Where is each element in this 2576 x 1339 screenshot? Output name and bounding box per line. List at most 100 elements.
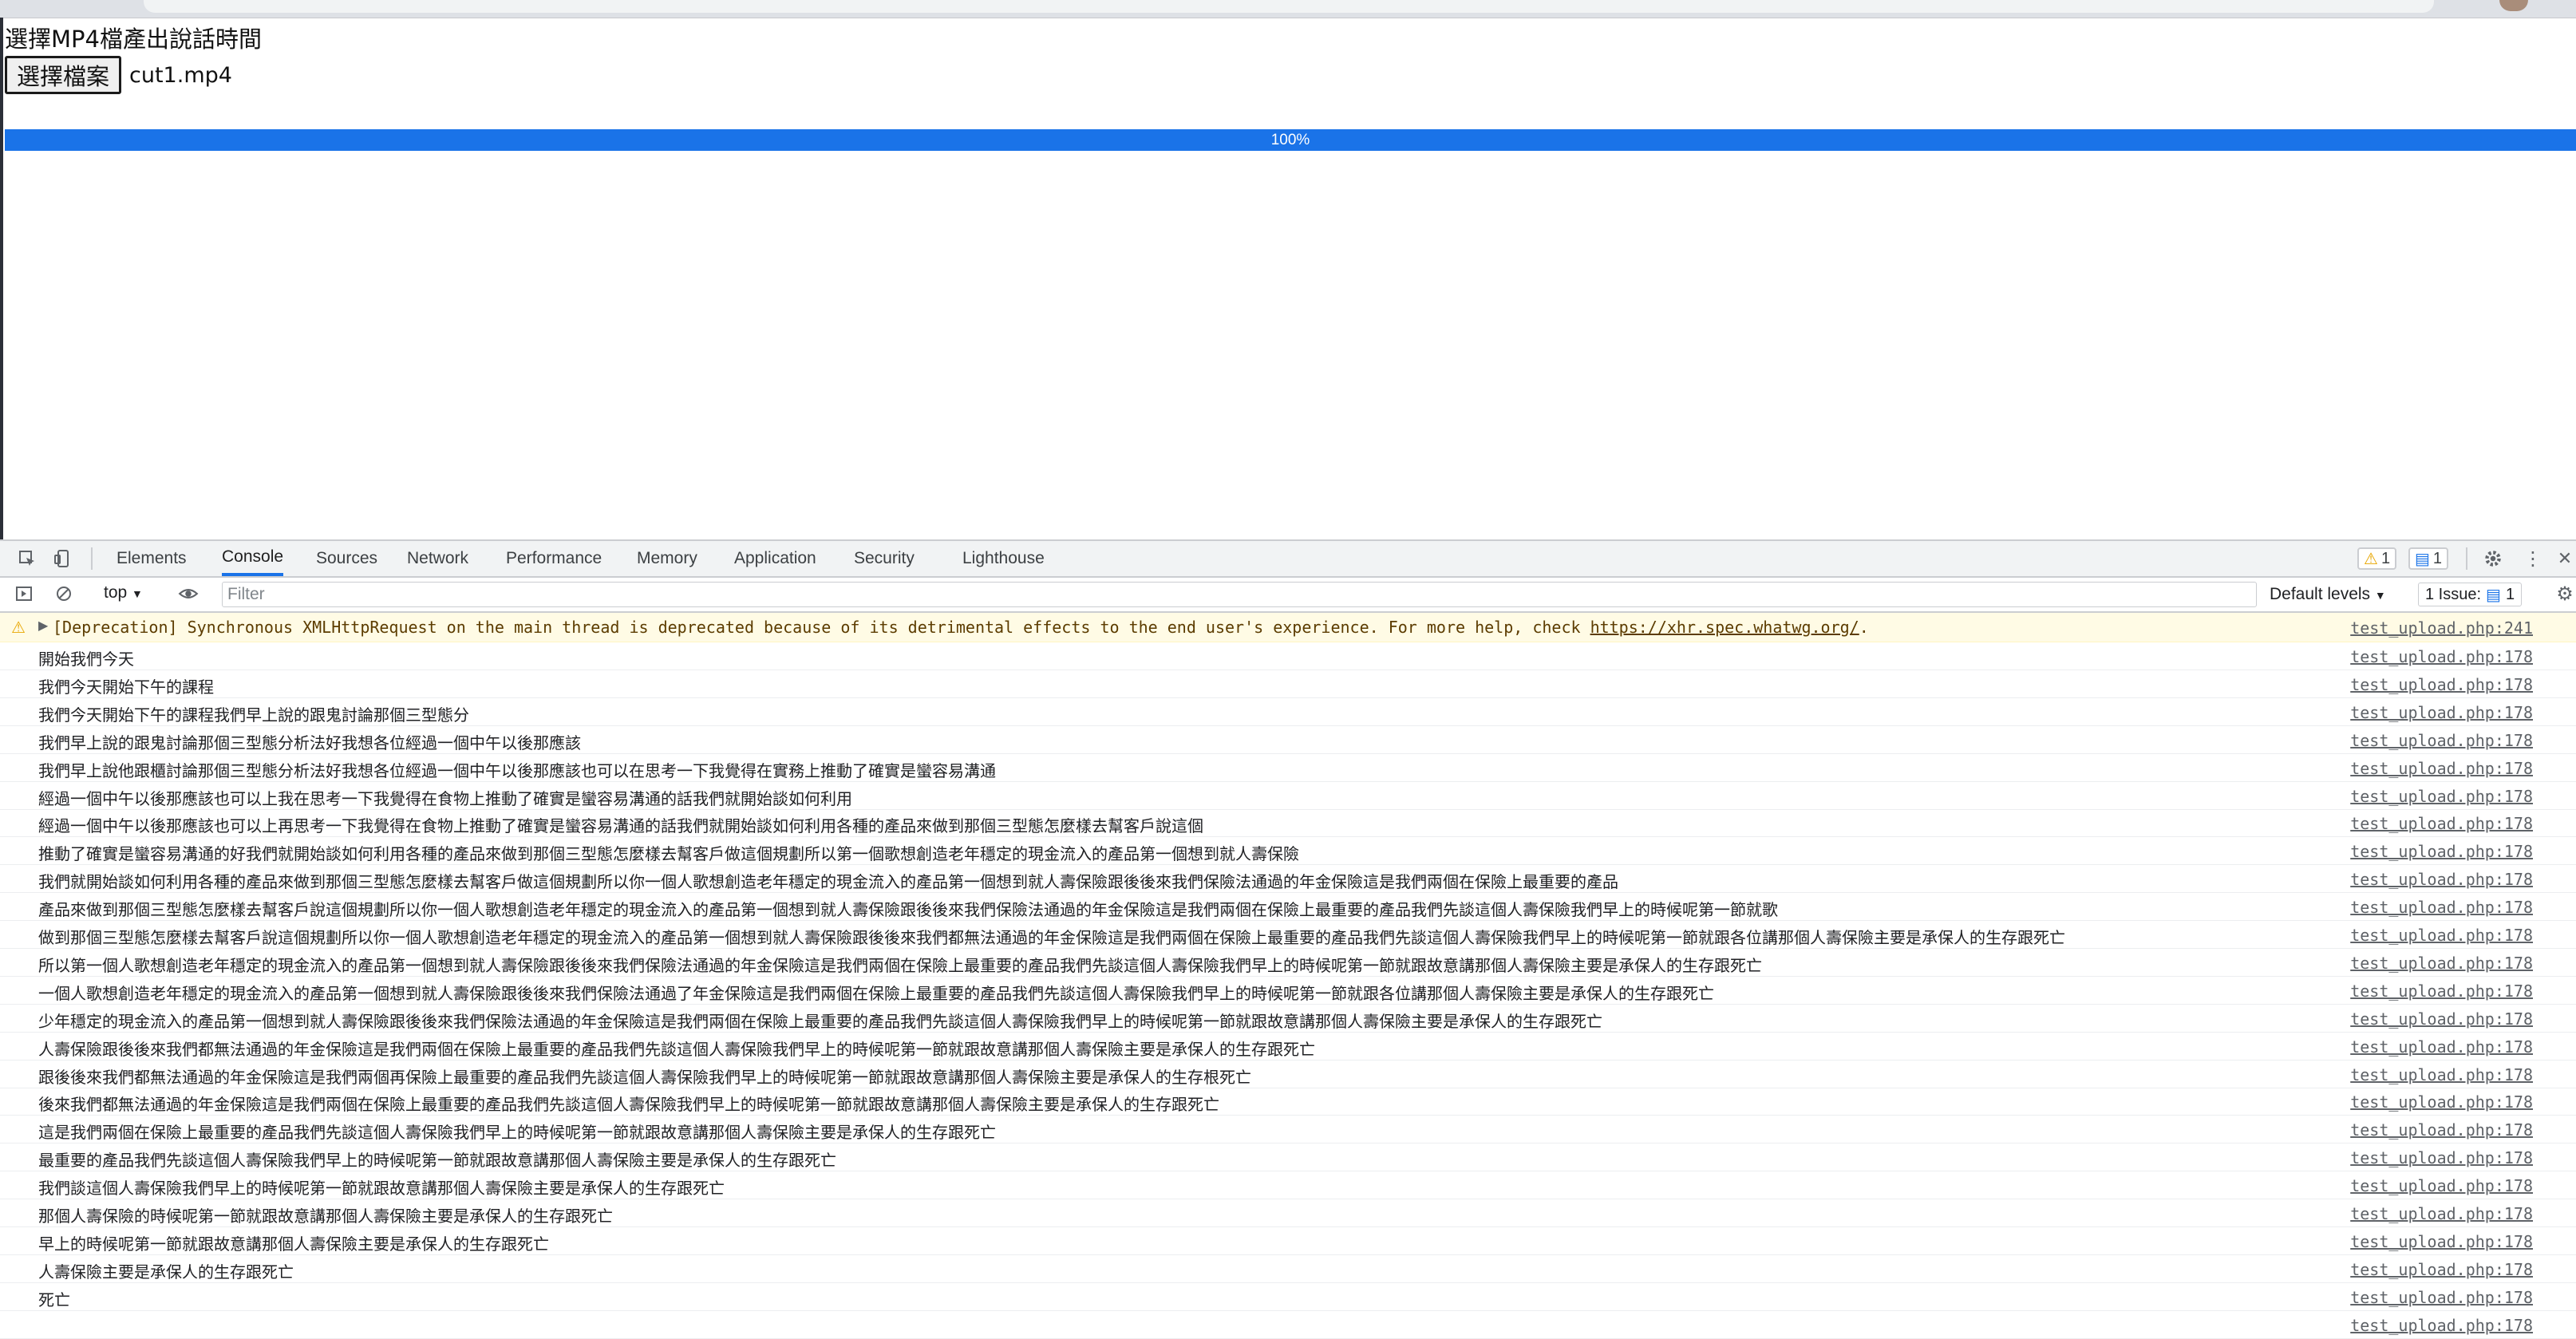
console-settings-gear-icon[interactable]: ⚙ [2554,583,2576,605]
log-source-link[interactable]: test_upload.php:178 [2350,1288,2533,1307]
log-message: 開始我們今天 [38,650,134,669]
log-source-link[interactable]: test_upload.php:178 [2350,1232,2533,1251]
log-levels-dropdown[interactable]: Default levels ▼ [2270,585,2386,604]
log-source-link[interactable]: test_upload.php:178 [2350,1260,2533,1279]
console-log-row[interactable]: 我們今天開始下午的課程我們早上說的跟鬼討論那個三型態分 test_upload.p… [0,697,2576,726]
page-content: 選擇MP4檔產出說話時間 選擇檔案 cut1.mp4 100% [5,18,2576,539]
console-log-row[interactable]: 我們早上說他跟櫃討論那個三型態分析法好我想各位經過一個中午以後那應該也可以在思考… [0,753,2576,782]
console-log-row[interactable]: 那個人壽保險的時候呢第一節就跟故意講那個人壽保險主要是承保人的生存跟死亡 test… [0,1199,2576,1227]
log-source-link[interactable]: test_upload.php:178 [2350,982,2533,1001]
log-message: 一個人歌想創造老年穩定的現金流入的產品第一個想到就人壽保險跟後後來我們保險法通過… [38,983,1714,1003]
log-source-link[interactable]: test_upload.php:178 [2350,1176,2533,1195]
upload-progress: 100% [5,129,2576,151]
tab-memory[interactable]: Memory [637,541,697,576]
warning-icon: ⚠ [2364,550,2378,568]
console-log-row[interactable]: 這是我們兩個在保險上最重要的產品我們先談這個人壽保險我們早上的時候呢第一節就跟故… [0,1115,2576,1144]
console-log-row[interactable]: 早上的時候呢第一節就跟故意講那個人壽保險主要是承保人的生存跟死亡 test_upl… [0,1226,2576,1255]
console-warning-row[interactable]: ⚠ ▶ [Deprecation] Synchronous XMLHttpReq… [0,613,2576,642]
log-source-link[interactable]: test_upload.php:178 [2350,787,2533,806]
console-log-row[interactable]: 我們早上說的跟鬼討論那個三型態分析法好我想各位經過一個中午以後那應該 test_u… [0,725,2576,754]
warning-help-link[interactable]: https://xhr.spec.whatwg.org/ [1590,618,1859,637]
console-log-row[interactable]: 經過一個中午以後那應該也可以上我在思考一下我覺得在食物上推動了確實是蠻容易溝通的… [0,781,2576,810]
log-source-link[interactable]: test_upload.php:178 [2350,898,2533,917]
log-source-link[interactable]: test_upload.php:178 [2350,759,2533,778]
console-log-row[interactable]: 少年穩定的現金流入的產品第一個想到就人壽保險跟後後來我們保險法通過的年金保險這是… [0,1004,2576,1033]
console-log-row[interactable]: 跟後後來我們都無法通過的年金保險這是我們兩個再保險上最重要的產品我們先談這個人壽… [0,1060,2576,1088]
log-source-link[interactable]: test_upload.php:178 [2350,1120,2533,1140]
tab-console[interactable]: Console [222,541,284,576]
log-message: 經過一個中午以後那應該也可以上再思考一下我覺得在食物上推動了確實是蠻容易溝通的話… [38,816,1203,836]
log-source-link[interactable]: test_upload.php:178 [2350,954,2533,973]
profile-avatar[interactable] [2499,0,2528,11]
log-message: 我們談這個人壽保險我們早上的時候呢第一節就跟故意講那個人壽保險主要是承保人的生存… [38,1179,725,1199]
issues-button[interactable]: 1 Issue: ▤ 1 [2418,583,2523,606]
issue-icon: ▤ [2486,586,2501,604]
log-source-link[interactable]: test_upload.php:178 [2350,842,2533,861]
console-log-row[interactable]: 我們談這個人壽保險我們早上的時候呢第一節就跟故意講那個人壽保險主要是承保人的生存… [0,1171,2576,1200]
console-log-row[interactable]: 人壽保險跟後後來我們都無法通過的年金保險這是我們兩個在保險上最重要的產品我們先談… [0,1032,2576,1061]
log-message: 我們就開始談如何利用各種的產品來做到那個三型態怎麼樣去幫客戶做這個規劃所以你一個… [38,872,1618,892]
log-source-link[interactable]: test_upload.php:178 [2350,731,2533,750]
close-devtools-icon[interactable]: ✕ [2554,547,2576,570]
browser-chrome [0,0,2576,18]
log-source-link[interactable]: test_upload.php:178 [2350,1009,2533,1029]
log-source-link[interactable]: test_upload.php:178 [2350,1148,2533,1167]
log-source-link[interactable]: test_upload.php:178 [2350,1316,2533,1335]
tab-performance[interactable]: Performance [506,541,602,576]
clear-console-icon[interactable] [53,583,75,605]
tab-elements[interactable]: Elements [117,541,187,576]
log-source-link[interactable]: test_upload.php:178 [2350,870,2533,889]
console-log-row[interactable]: 推動了確實是蠻容易溝通的好我們就開始談如何利用各種的產品來做到那個三型態怎麼樣去… [0,836,2576,866]
context-selector[interactable]: top ▼ [104,583,143,602]
inspect-element-icon[interactable] [16,547,38,570]
warning-count-badge[interactable]: ⚠ 1 [2357,547,2397,570]
console-log-row[interactable]: 經過一個中午以後那應該也可以上再思考一下我覺得在食物上推動了確實是蠻容易溝通的話… [0,808,2576,838]
log-source-link[interactable]: test_upload.php:178 [2350,1037,2533,1057]
page-heading: 選擇MP4檔產出說話時間 [5,26,262,53]
more-options-icon[interactable]: ⋮ [2522,547,2544,570]
log-message: 推動了確實是蠻容易溝通的好我們就開始談如何利用各種的產品來做到那個三型態怎麼樣去… [38,844,1299,864]
message-count-badge[interactable]: ▤ 1 [2408,547,2449,570]
console-log-row[interactable]: 最重要的產品我們先談這個人壽保險我們早上的時候呢第一節就跟故意講那個人壽保險主要… [0,1143,2576,1172]
tab-lighthouse[interactable]: Lighthouse [962,541,1045,576]
choose-file-button[interactable]: 選擇檔案 [5,56,122,94]
console-log-row[interactable]: 做到那個三型態怎麼樣去幫客戶說這個規劃所以你一個人歌想創造老年穩定的現金流入的產… [0,920,2576,949]
issues-label: 1 Issue: [2425,585,2482,603]
warning-message: [Deprecation] Synchronous XMLHttpRequest… [53,618,1869,637]
expand-arrow-icon[interactable]: ▶ [38,618,48,633]
device-toolbar-icon[interactable] [51,547,73,570]
log-source-link[interactable]: test_upload.php:178 [2350,647,2533,666]
warning-text: [Deprecation] Synchronous XMLHttpRequest… [53,618,1590,637]
console-log-row[interactable]: 人壽保險主要是承保人的生存跟死亡 test_upload.php:178 [0,1254,2576,1283]
console-log-row[interactable]: 我們就開始談如何利用各種的產品來做到那個三型態怎麼樣去幫客戶做這個規劃所以你一個… [0,864,2576,894]
toolbar-divider [91,547,93,570]
console-log-row[interactable]: 我們今天開始下午的課程 test_upload.php:178 [0,670,2576,698]
log-source-link[interactable]: test_upload.php:178 [2350,1065,2533,1084]
show-sidebar-icon[interactable] [13,583,35,605]
tab-network[interactable]: Network [407,541,468,576]
settings-gear-icon[interactable] [2482,547,2504,570]
console-toolbar: top ▼ Default levels ▼ 1 Issue: ▤ 1 ⚙ [0,578,2576,613]
warning-source-link[interactable]: test_upload.php:241 [2350,618,2533,638]
log-source-link[interactable]: test_upload.php:178 [2350,814,2533,833]
tab-sources[interactable]: Sources [316,541,377,576]
console-log-row[interactable]: 開始我們今天 test_upload.php:178 [0,642,2576,670]
log-source-link[interactable]: test_upload.php:178 [2350,675,2533,694]
console-filter-input[interactable] [222,582,2257,607]
log-source-link[interactable]: test_upload.php:178 [2350,1092,2533,1112]
live-expression-eye-icon[interactable] [177,583,200,605]
console-log-row[interactable]: 產品來做到那個三型態怎麼樣去幫客戶說這個規劃所以你一個人歌想創造老年穩定的現金流… [0,892,2576,922]
console-log-row[interactable]: 一個人歌想創造老年穩定的現金流入的產品第一個想到就人壽保險跟後後來我們保險法通過… [0,976,2576,1005]
console-log-row[interactable]: 所以第一個人歌想創造老年穩定的現金流入的產品第一個想到就人壽保險跟後後來我們保險… [0,948,2576,977]
log-message: 所以第一個人歌想創造老年穩定的現金流入的產品第一個想到就人壽保險跟後後來我們保險… [38,955,1762,975]
address-bar[interactable] [144,0,2434,13]
log-source-link[interactable]: test_upload.php:178 [2350,1204,2533,1223]
tab-security[interactable]: Security [854,541,915,576]
console-log-row[interactable]: 後來我們都無法通過的年金保險這是我們兩個在保險上最重要的產品我們先談這個人壽保險… [0,1087,2576,1116]
console-log-row[interactable]: 死亡 test_upload.php:178 [0,1282,2576,1311]
log-source-link[interactable]: test_upload.php:178 [2350,926,2533,945]
console-log-row[interactable]: test_upload.php:178 [0,1310,2576,1339]
log-source-link[interactable]: test_upload.php:178 [2350,703,2533,722]
tab-application[interactable]: Application [734,541,816,576]
log-message: 人壽保險主要是承保人的生存跟死亡 [38,1262,294,1282]
